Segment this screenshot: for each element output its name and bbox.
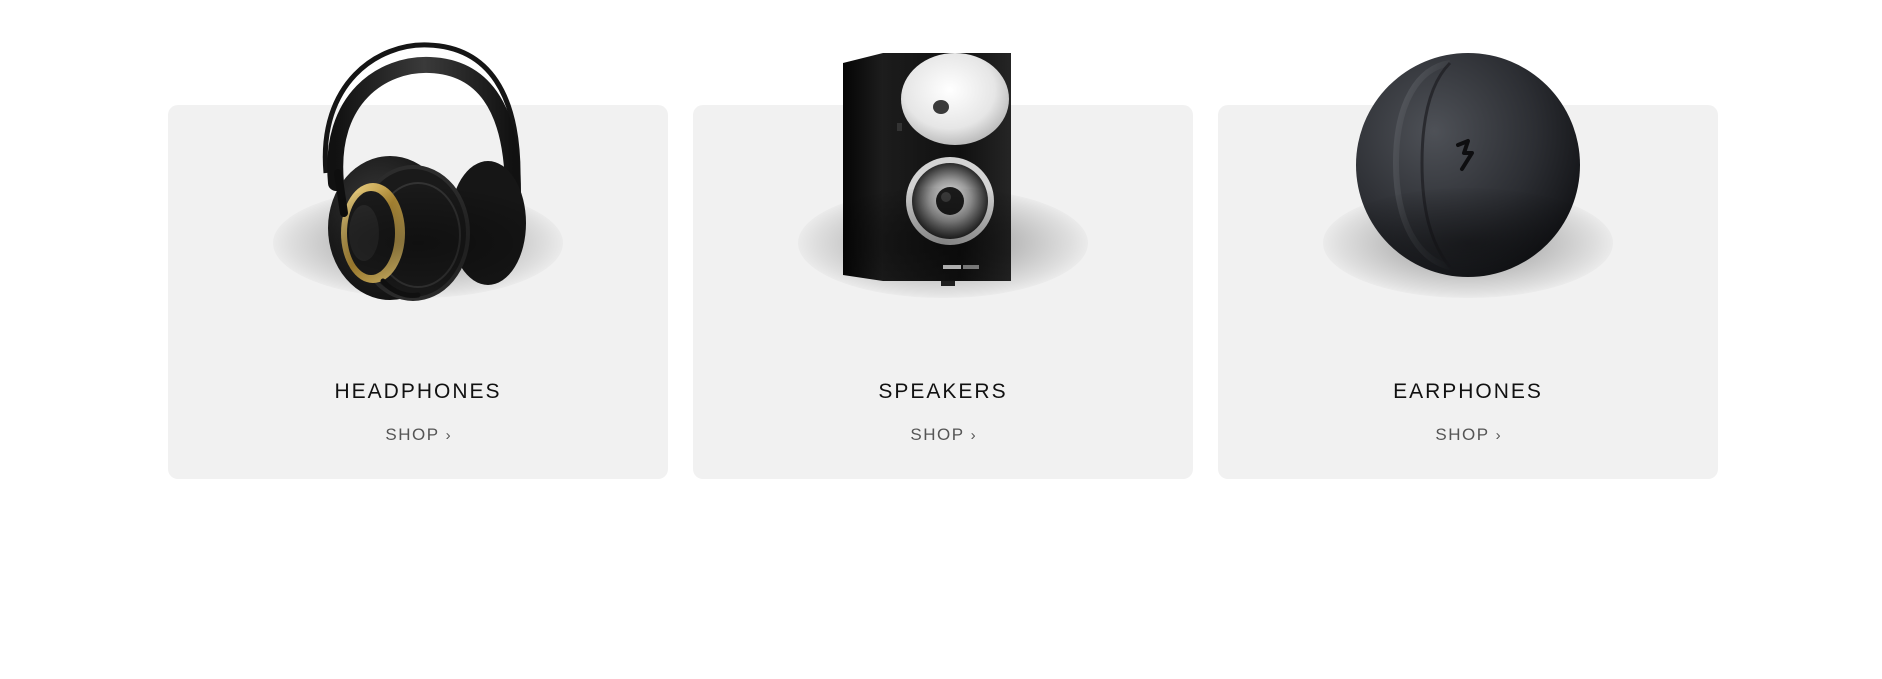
headphones-product[interactable] <box>168 23 668 303</box>
shop-headphones-link[interactable]: SHOP › <box>385 425 450 445</box>
shop-link-label: SHOP <box>1435 425 1490 444</box>
chevron-right-icon: › <box>445 426 451 444</box>
chevron-right-icon: › <box>1495 426 1501 444</box>
category-card-headphones[interactable]: HEADPHONES SHOP › <box>168 42 668 479</box>
earphones-product[interactable] <box>1218 23 1718 303</box>
product-categories: HEADPHONES SHOP › SPEAKERS SHOP › EARPHO… <box>168 0 1720 480</box>
category-title: SPEAKERS <box>878 380 1008 403</box>
product-shadow <box>273 188 563 298</box>
category-title: HEADPHONES <box>334 380 502 403</box>
shop-link-label: SHOP <box>385 425 440 444</box>
shop-earphones-link[interactable]: SHOP › <box>1435 425 1500 445</box>
shop-speakers-link[interactable]: SHOP › <box>910 425 975 445</box>
category-card-earphones[interactable]: EARPHONES SHOP › <box>1218 53 1718 479</box>
category-card-speakers[interactable]: SPEAKERS SHOP › <box>693 53 1193 479</box>
category-title: EARPHONES <box>1393 380 1543 403</box>
shop-link-label: SHOP <box>910 425 965 444</box>
speaker-product[interactable] <box>693 23 1193 303</box>
chevron-right-icon: › <box>970 426 976 444</box>
product-shadow <box>798 188 1088 298</box>
product-shadow <box>1323 188 1613 298</box>
